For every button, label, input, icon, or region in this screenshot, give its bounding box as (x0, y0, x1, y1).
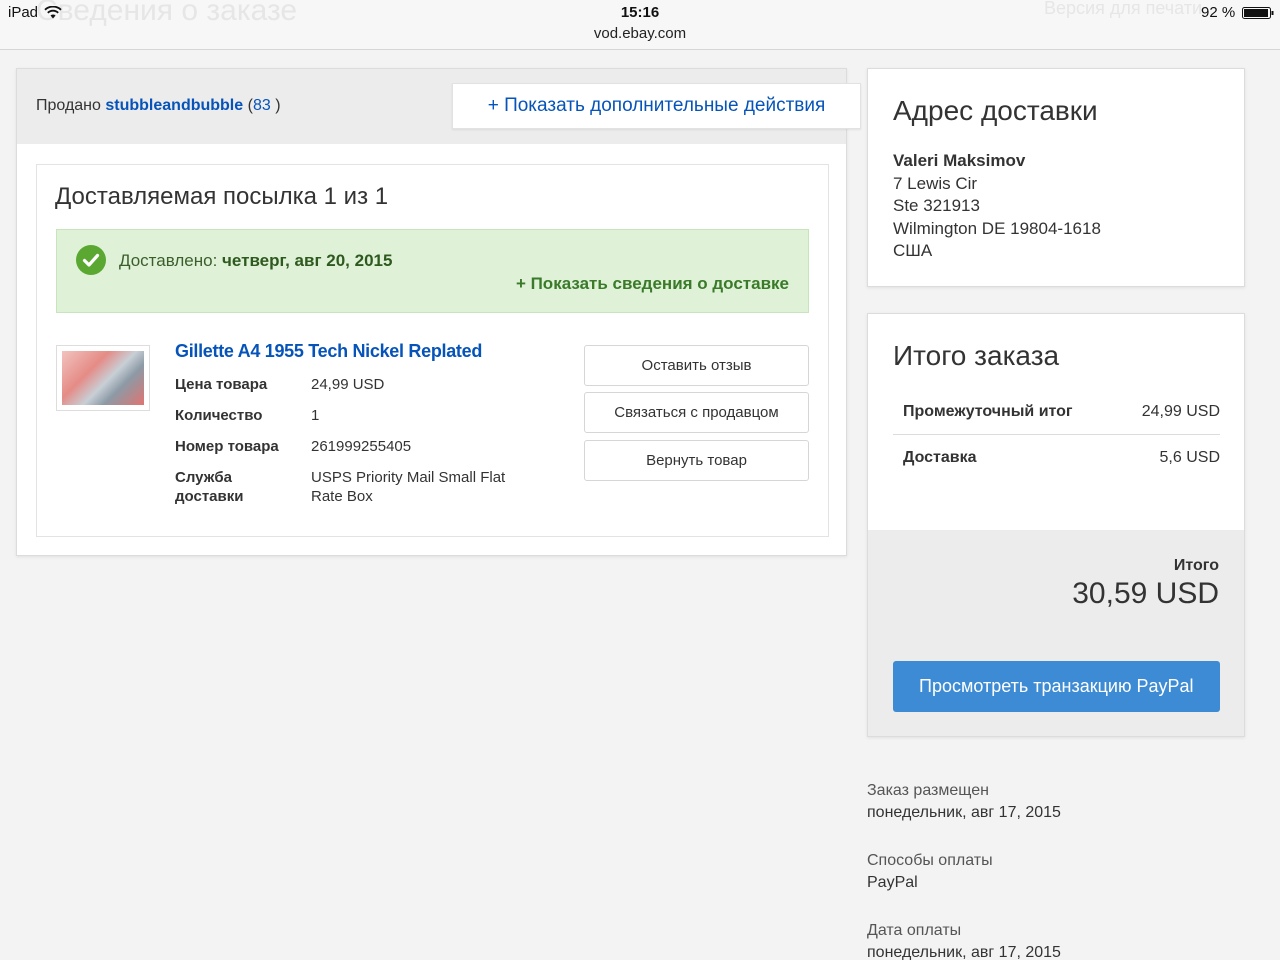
shipping-row: Доставка 5,6 USD (893, 449, 1220, 495)
seller-info: Продано stubbleandbubble (83 ) (36, 97, 281, 115)
grand-total-label: Итого (1173, 557, 1219, 574)
total-heading: Итого заказа (893, 340, 1060, 371)
address-line-2: Ste 321913 (893, 196, 980, 215)
seller-score-link[interactable]: 83 (253, 97, 271, 114)
return-item-button[interactable]: Вернуть товар (584, 440, 809, 481)
battery-icon (1242, 7, 1274, 19)
recipient-name: Valeri Maksimov (893, 151, 1026, 170)
item-number-value: 261999255405 (311, 438, 412, 455)
delivery-status-box: Доставлено: четверг, авг 20, 2015 + Пока… (56, 229, 809, 313)
subtotal-value: 24,99 USD (1141, 403, 1220, 420)
order-total-card: Итого заказа Промежуточный итог 24,99 US… (867, 313, 1245, 737)
status-bar: Сведения о заказе Версия для печати iPad… (0, 0, 1280, 50)
item-number-label: Номер товара (175, 438, 279, 455)
address-line-3: Wilmington DE 19804-1618 (893, 219, 1101, 238)
delivered-date: четверг, авг 20, 2015 (222, 251, 393, 270)
summary-divider (893, 434, 1220, 435)
payment-date-label: Дата оплаты (867, 922, 962, 939)
shipping-service-label: Служба доставки (175, 469, 244, 505)
item-thumbnail[interactable] (56, 345, 150, 411)
package-title: Доставляемая посылка 1 из 1 (55, 183, 389, 210)
show-delivery-details-link[interactable]: + Показать сведения о доставке (516, 274, 789, 294)
address-line-1: 7 Lewis Cir (893, 174, 978, 193)
grand-total-area: Итого 30,59 USD Просмотреть транзакцию P… (868, 530, 1244, 736)
leave-feedback-button[interactable]: Оставить отзыв (584, 345, 809, 386)
item-title-link[interactable]: Gillette A4 1955 Tech Nickel Replated (175, 341, 482, 362)
price-label: Цена товара (175, 376, 268, 393)
shipping-address-card: Адрес доставки Valeri Maksimov 7 Lewis C… (867, 68, 1245, 287)
order-placed-label: Заказ размещен (867, 782, 989, 799)
quantity-label: Количество (175, 407, 263, 424)
payment-date-value: понедельник, авг 17, 2015 (867, 944, 1061, 960)
package-box: Доставляемая посылка 1 из 1 Доставлено: … (36, 164, 829, 537)
grand-total-value: 30,59 USD (1072, 577, 1219, 610)
subtotal-row: Промежуточный итог 24,99 USD (893, 403, 1220, 449)
clock: 15:16 (620, 4, 660, 21)
price-value: 24,99 USD (311, 376, 385, 393)
check-circle-icon (76, 245, 106, 275)
seller-name-link[interactable]: stubbleandbubble (105, 97, 243, 114)
item-image (62, 351, 144, 405)
order-card: Продано stubbleandbubble (83 ) Доставляе… (16, 68, 847, 556)
shipping-service-value: USPS Priority Mail Small Flat Rate Box (311, 469, 506, 505)
battery-percent: 92 % (1201, 4, 1236, 21)
address-country: США (893, 241, 933, 260)
shipping-value: 5,6 USD (1159, 449, 1220, 466)
contact-seller-button[interactable]: Связаться с продавцом (584, 392, 809, 433)
payment-method-value: PayPal (867, 874, 918, 891)
view-paypal-transaction-button[interactable]: Просмотреть транзакцию PayPal (893, 661, 1220, 712)
delivered-label: Доставлено: (119, 251, 218, 270)
show-more-actions-button[interactable]: + Показать дополнительные действия (452, 83, 861, 129)
url-bar[interactable]: vod.ebay.com (0, 25, 1280, 42)
address-heading: Адрес доставки (893, 95, 1098, 126)
payment-method-label: Способы оплаты (867, 852, 993, 869)
subtotal-label: Промежуточный итог (903, 403, 1073, 420)
shipping-label: Доставка (903, 449, 977, 466)
seller-score-close: ) (275, 97, 281, 114)
order-placed-value: понедельник, авг 17, 2015 (867, 804, 1061, 821)
seller-prefix: Продано (36, 97, 101, 114)
delivered-status: Доставлено: четверг, авг 20, 2015 (119, 251, 392, 271)
quantity-value: 1 (311, 407, 320, 424)
